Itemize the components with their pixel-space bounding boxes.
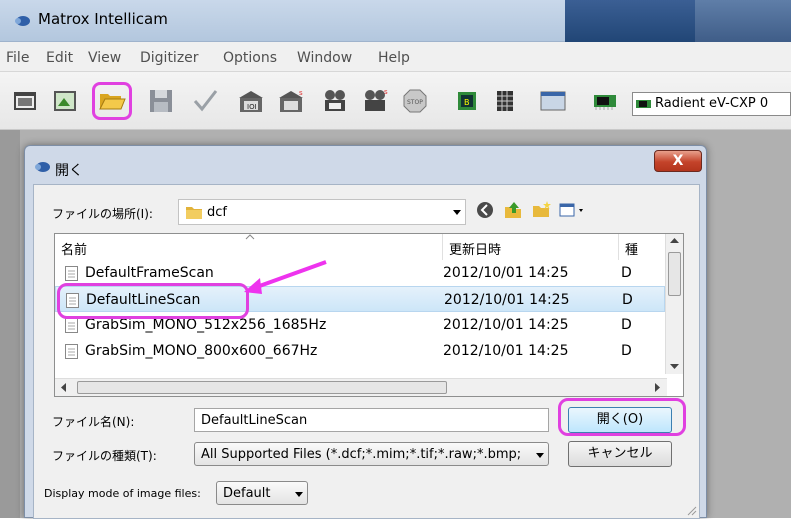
scroll-up-icon[interactable] — [670, 238, 679, 244]
up-folder-icon[interactable] — [502, 199, 524, 221]
menu-digitizer[interactable]: Digitizer — [140, 50, 199, 66]
resize-grip-icon[interactable] — [687, 506, 697, 516]
save-icon[interactable] — [146, 86, 176, 116]
menu-options[interactable]: Options — [223, 50, 277, 66]
application-window: Matrox Intellicam File Edit View Digitiz… — [0, 0, 791, 519]
horizontal-scroll-thumb[interactable] — [77, 381, 447, 394]
location-label: ファイルの場所(I): — [52, 207, 153, 221]
file-type: D — [622, 292, 633, 308]
cancel-button[interactable]: キャンセル — [568, 441, 672, 467]
image-icon[interactable] — [50, 86, 80, 116]
camera-select-value: Radient eV-CXP 0 — [655, 96, 769, 111]
sort-ascending-icon — [245, 234, 255, 240]
app-icon — [35, 162, 50, 172]
display-mode-value: Default — [223, 486, 271, 501]
film-sequence-icon[interactable]: s — [360, 86, 390, 116]
file-icon — [65, 266, 78, 281]
open-folder-icon[interactable] — [92, 82, 132, 120]
app-icon — [15, 16, 30, 26]
board-icon[interactable]: B — [452, 86, 482, 116]
stop-icon[interactable]: STOP — [400, 86, 430, 116]
horizontal-scrollbar[interactable] — [55, 378, 667, 396]
file-type: D — [621, 317, 632, 333]
filename-label: ファイル名(N): — [52, 415, 135, 429]
menu-edit[interactable]: Edit — [46, 50, 73, 66]
file-name: GrabSim_MONO_512x256_1685Hz — [85, 317, 327, 333]
dialog-body: ファイルの場所(I): dcf 名前 更新日時 種 DefaultFrameSc… — [33, 184, 700, 519]
file-date: 2012/10/01 14:25 — [444, 292, 570, 308]
menu-bar: File Edit View Digitizer Options Window … — [0, 42, 791, 72]
scroll-down-icon[interactable] — [670, 364, 679, 370]
svg-text:s: s — [384, 88, 388, 96]
column-header-name[interactable]: 名前 — [55, 234, 443, 260]
display-mode-label: Display mode of image files: — [44, 487, 201, 500]
annotation-highlight-open — [558, 398, 686, 436]
menu-window[interactable]: Window — [297, 50, 352, 66]
chevron-down-icon — [295, 492, 303, 497]
filetype-dropdown[interactable]: All Supported Files (*.dcf;*.mim;*.tif;*… — [194, 442, 549, 466]
file-type: D — [621, 265, 632, 281]
vertical-scroll-thumb[interactable] — [668, 252, 681, 296]
title-bar-decoration-right — [695, 0, 791, 42]
column-name-label: 名前 — [61, 243, 88, 258]
dialog-title: 開く — [55, 163, 83, 179]
chevron-down-icon — [453, 210, 461, 215]
vertical-scrollbar[interactable] — [665, 234, 683, 374]
workspace-edge — [0, 130, 20, 518]
file-date: 2012/10/01 14:25 — [443, 317, 569, 333]
menu-file[interactable]: File — [6, 50, 29, 66]
camera-icon[interactable] — [10, 86, 40, 116]
display-icon[interactable] — [538, 86, 568, 116]
menu-help[interactable]: Help — [378, 50, 410, 66]
close-button[interactable]: X — [654, 150, 702, 172]
svg-text:IOI: IOI — [247, 103, 257, 111]
file-date: 2012/10/01 14:25 — [443, 343, 569, 359]
camera-select[interactable]: Radient eV-CXP 0 — [632, 92, 791, 116]
chip-icon[interactable] — [590, 86, 620, 116]
display-mode-dropdown[interactable]: Default — [216, 481, 308, 505]
scroll-left-icon[interactable] — [61, 383, 67, 392]
window-title: Matrox Intellicam — [38, 10, 168, 28]
view-menu-icon[interactable] — [558, 199, 588, 221]
svg-text:s: s — [299, 89, 303, 97]
title-bar: Matrox Intellicam — [0, 0, 791, 42]
open-file-dialog: 開く X ファイルの場所(I): dcf 名前 更新日時 種 DefaultFr… — [24, 145, 707, 519]
file-icon — [65, 318, 78, 333]
grab-icon[interactable]: IOI — [236, 86, 266, 116]
title-bar-decoration — [565, 0, 695, 42]
filetype-label: ファイルの種類(T): — [52, 449, 157, 463]
column-header-type[interactable]: 種 — [619, 234, 665, 260]
location-dropdown[interactable]: dcf — [178, 199, 466, 225]
film-icon[interactable] — [320, 86, 350, 116]
annotation-highlight-file — [57, 283, 249, 319]
column-date-label: 更新日時 — [449, 243, 502, 258]
svg-text:B: B — [464, 98, 470, 107]
filetype-value: All Supported Files (*.dcf;*.mim;*.tif;*… — [201, 447, 522, 462]
svg-text:STOP: STOP — [407, 99, 423, 106]
check-icon[interactable] — [190, 86, 220, 116]
annotation-arrow-icon — [244, 260, 327, 294]
file-date: 2012/10/01 14:25 — [443, 265, 569, 281]
folder-icon — [186, 207, 202, 219]
chevron-down-icon — [536, 453, 544, 458]
back-icon[interactable] — [474, 199, 496, 221]
filename-input[interactable]: DefaultLineScan — [194, 408, 549, 432]
toolbar: IOI s s STOP B Radient eV-CXP 0 — [0, 72, 791, 130]
location-value: dcf — [207, 205, 227, 220]
chip-icon-small — [636, 100, 651, 108]
column-header-date[interactable]: 更新日時 — [443, 234, 619, 260]
file-name: DefaultFrameScan — [85, 265, 214, 281]
file-type: D — [621, 343, 632, 359]
file-name: GrabSim_MONO_800x600_667Hz — [85, 343, 318, 359]
grab-sequence-icon[interactable]: s — [276, 86, 306, 116]
menu-view[interactable]: View — [88, 50, 121, 66]
grid-icon[interactable] — [490, 86, 520, 116]
file-row[interactable]: GrabSim_MONO_800x600_667Hz 2012/10/01 14… — [55, 338, 665, 364]
file-icon — [65, 344, 78, 359]
column-type-label: 種 — [625, 243, 639, 258]
scroll-right-icon[interactable] — [655, 383, 661, 392]
new-folder-icon[interactable] — [530, 199, 552, 221]
